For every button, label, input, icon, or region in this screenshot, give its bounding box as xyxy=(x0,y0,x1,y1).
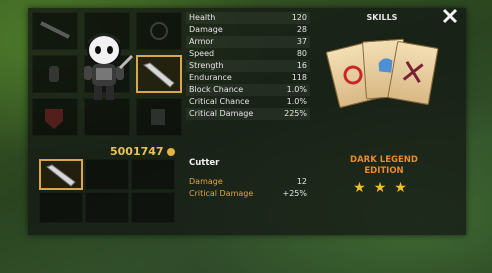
skills-title: SKILLS xyxy=(366,13,398,22)
boots-icon xyxy=(151,109,165,125)
stat-row-damage: Damage 28 xyxy=(186,24,310,36)
backpack-slot-1[interactable] xyxy=(39,159,83,190)
rating-stars: ★★★ xyxy=(312,180,456,196)
weapon-stat-label: Critical Damage xyxy=(189,189,254,198)
backpack-slot-2[interactable] xyxy=(85,159,129,190)
stat-label: Damage xyxy=(189,25,223,34)
stat-value: 80 xyxy=(296,49,307,58)
equip-slot-boots[interactable] xyxy=(136,98,182,136)
weapon-stat-row: Critical Damage +25% xyxy=(186,188,310,200)
stat-label: Endurance xyxy=(189,73,232,82)
stat-value: 37 xyxy=(296,37,307,46)
stat-label: Armor xyxy=(189,37,214,46)
weapon-details: Cutter Damage 12 Critical Damage +25% xyxy=(186,156,310,200)
stat-value: 225% xyxy=(284,109,307,118)
stat-row-block-chance: Block Chance 1.0% xyxy=(186,84,310,96)
backpack-slot-4[interactable] xyxy=(39,192,83,223)
gold-counter: 5001747 xyxy=(110,145,175,158)
skill-card-3[interactable] xyxy=(387,40,439,106)
weapon-name: Cutter xyxy=(189,158,220,168)
coin-icon xyxy=(166,148,175,156)
stat-row-health: Health 120 xyxy=(186,12,310,24)
equip-slot-amulet[interactable] xyxy=(136,12,182,50)
equip-slot-ring[interactable] xyxy=(32,55,78,93)
amulet-icon xyxy=(150,22,168,40)
stat-label: Critical Damage xyxy=(189,109,254,118)
close-icon[interactable] xyxy=(442,8,458,24)
stat-row-endurance: Endurance 118 xyxy=(186,72,310,84)
star-icon: ★ xyxy=(353,180,374,196)
backpack-slot-3[interactable] xyxy=(131,159,175,190)
backpack-slot-5[interactable] xyxy=(85,192,129,223)
stat-label: Strength xyxy=(189,61,224,70)
equip-slot-shield[interactable] xyxy=(32,98,78,136)
stat-value: 16 xyxy=(296,61,307,70)
cutter-blade-icon xyxy=(142,62,175,88)
skill-cards[interactable] xyxy=(312,28,462,118)
stat-label: Speed xyxy=(189,49,215,58)
stat-row-armor: Armor 37 xyxy=(186,36,310,48)
stat-row-critical-chance: Critical Chance 1.0% xyxy=(186,96,310,108)
backpack-slot-6[interactable] xyxy=(131,192,175,223)
stat-value: 118 xyxy=(291,73,307,82)
stat-label: Critical Chance xyxy=(189,97,250,106)
stat-row-critical-damage: Critical Damage 225% xyxy=(186,108,310,120)
skills-panel: SKILLS DARK LEGEND EDITION ★★★ xyxy=(312,8,466,235)
edition-line-1: DARK LEGEND xyxy=(350,155,418,165)
stat-label: Health xyxy=(189,13,216,22)
stat-label: Block Chance xyxy=(189,85,244,94)
stat-value: 120 xyxy=(291,13,307,22)
star-icon: ★ xyxy=(394,180,415,196)
sword-icon xyxy=(40,21,70,39)
star-icon: ★ xyxy=(373,180,395,196)
stat-value: 1.0% xyxy=(286,97,307,106)
weapon-stat-value: +25% xyxy=(282,189,307,198)
weapon-stat-row: Damage 12 xyxy=(186,176,310,188)
equip-slot-weapon[interactable] xyxy=(136,55,182,93)
edition-line-2: EDITION xyxy=(364,166,404,176)
stats-list: Health 120 Damage 28 Armor 37 Speed 80 Stren… xyxy=(186,12,310,120)
weapon-stat-label: Damage xyxy=(189,177,223,186)
equip-slot-weapon-back[interactable] xyxy=(32,12,78,50)
shield-icon xyxy=(45,109,63,129)
cutter-blade-icon xyxy=(46,164,76,187)
hero-character xyxy=(84,33,134,100)
stat-value: 1.0% xyxy=(286,85,307,94)
stat-row-strength: Strength 16 xyxy=(186,60,310,72)
backpack-grid xyxy=(39,159,179,225)
stat-value: 28 xyxy=(296,25,307,34)
crossed-blades-icon xyxy=(402,60,424,84)
weapon-stat-value: 12 xyxy=(296,177,307,186)
gold-amount: 5001747 xyxy=(110,145,164,158)
edition-label: DARK LEGEND EDITION xyxy=(312,155,456,177)
stat-row-speed: Speed 80 xyxy=(186,48,310,60)
ring-icon xyxy=(49,66,59,82)
